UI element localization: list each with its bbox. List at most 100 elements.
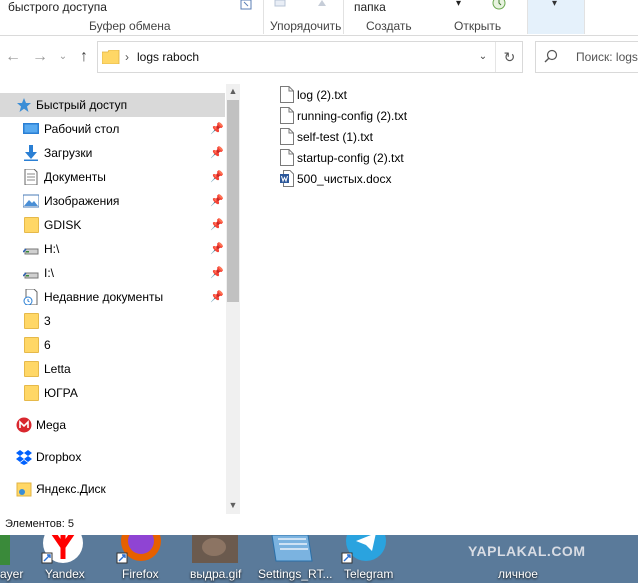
recent-docs-icon (23, 289, 38, 305)
forward-button[interactable]: → (29, 46, 51, 68)
desktop-icon-label: Yandex (45, 567, 85, 581)
folder-icon (24, 361, 39, 377)
nav-item-yandex-disk[interactable]: Яндекс.Диск (0, 477, 225, 501)
nav-scrollbar[interactable]: ▲ ▼ (226, 84, 240, 514)
pin-icon[interactable]: 📌 (210, 194, 224, 208)
nav-item-folder-3[interactable]: 3 (0, 309, 225, 333)
drive-icon (23, 272, 39, 279)
pin-icon[interactable]: 📌 (210, 266, 224, 280)
nav-item-desktop[interactable]: Рабочий стол 📌 (0, 117, 225, 141)
star-icon (17, 98, 31, 112)
nav-label: Dropbox (36, 450, 82, 464)
pin-icon[interactable]: 📌 (210, 218, 224, 232)
documents-icon (24, 169, 38, 185)
back-button[interactable]: ← (2, 46, 24, 68)
rename-icon[interactable] (317, 0, 327, 8)
ribbon-separator (584, 0, 585, 34)
search-input[interactable]: Поиск: logs (535, 41, 638, 73)
pin-icon[interactable]: 📌 (210, 122, 224, 136)
open-dropdown-icon[interactable]: ▾ (456, 0, 461, 9)
mega-icon (16, 417, 32, 433)
nav-label: Загрузки (44, 146, 93, 160)
address-bar[interactable]: › logs raboch ⌄ ↻ (97, 41, 523, 73)
list-item[interactable]: running-config (2).txt (276, 105, 426, 126)
nav-label: 3 (44, 314, 51, 328)
file-name: self-test (1).txt (297, 130, 374, 144)
nav-item-drive-i[interactable]: I:\ 📌 (0, 261, 225, 285)
firefox-icon[interactable] (115, 535, 165, 565)
list-item[interactable]: self-test (1).txt (276, 126, 426, 147)
nav-item-quick-access[interactable]: Быстрый доступ (0, 93, 225, 117)
nav-label: Недавние документы (44, 290, 164, 304)
scroll-down-icon[interactable]: ▼ (226, 498, 240, 512)
create-group-label: Создать (366, 19, 412, 33)
nav-item-mega[interactable]: Mega (0, 413, 225, 437)
ribbon-separator (343, 0, 344, 34)
desktop-icon-label: ayer (0, 567, 24, 581)
file-name: running-config (2).txt (297, 109, 408, 123)
pin-icon[interactable]: 📌 (210, 146, 224, 160)
folder-icon (24, 313, 39, 329)
up-button[interactable]: ↑ (73, 46, 95, 68)
refresh-button[interactable]: ↻ (495, 42, 523, 72)
desktop-icon-label: Firefox (122, 567, 159, 581)
list-item[interactable]: startup-config (2).txt (276, 147, 426, 168)
status-bar: Элементов: 5 (0, 514, 638, 535)
select-group[interactable]: ▾ (528, 0, 584, 34)
yandex-browser-icon[interactable] (40, 535, 86, 565)
clipboard-group-label: Буфер обмена (89, 19, 171, 33)
nav-item-dropbox[interactable]: Dropbox (0, 445, 225, 469)
list-item[interactable]: log (2).txt (276, 84, 426, 105)
search-placeholder: Поиск: logs (576, 50, 638, 64)
item-count: Элементов: 5 (5, 518, 74, 530)
nav-label: Изображения (44, 194, 120, 208)
open-group-label: Открыть (454, 19, 502, 33)
address-dropdown-icon[interactable]: ⌄ (475, 48, 491, 66)
yandex-disk-icon (16, 482, 32, 497)
scroll-thumb[interactable] (227, 100, 239, 302)
nav-label: Letta (44, 362, 71, 376)
address-row: ← → ⌄ ↑ › logs raboch ⌄ ↻ Поиск: logs (0, 36, 638, 78)
select-dropdown-icon[interactable]: ▾ (552, 0, 557, 9)
ribbon: быстрого доступа Буфер обмена Упорядочит… (0, 0, 638, 36)
download-icon (24, 145, 38, 161)
nav-item-pictures[interactable]: Изображения 📌 (0, 189, 225, 213)
nav-label: Mega (36, 418, 67, 432)
nav-label: Яндекс.Диск (36, 482, 106, 496)
scroll-up-icon[interactable]: ▲ (226, 84, 240, 98)
pin-icon[interactable]: 📌 (210, 242, 224, 256)
address-path[interactable]: logs raboch (137, 50, 199, 64)
nav-item-yugra[interactable]: ЮГРА (0, 381, 225, 405)
text-file-icon (280, 128, 294, 145)
new-folder-button[interactable]: папка (354, 0, 386, 14)
recent-locations-icon[interactable]: ⌄ (52, 46, 74, 68)
text-file-icon (280, 86, 294, 103)
nav-item-downloads[interactable]: Загрузки 📌 (0, 141, 225, 165)
desktop-area: ayer Yandex Firefox выдра.gif Settings_R… (0, 535, 638, 583)
nav-item-recent-documents[interactable]: Недавние документы 📌 (0, 285, 225, 309)
file-name: log (2).txt (297, 88, 348, 102)
pin-to-quick-access-label[interactable]: быстрого доступа (8, 0, 107, 14)
nav-item-folder-6[interactable]: 6 (0, 333, 225, 357)
nav-label: I:\ (44, 266, 55, 280)
nav-item-documents[interactable]: Документы 📌 (0, 165, 225, 189)
delete-icon[interactable] (274, 0, 286, 8)
pin-icon[interactable]: 📌 (210, 170, 224, 184)
telegram-icon[interactable] (340, 535, 390, 565)
desktop-icon-label: Telegram (344, 567, 394, 581)
gif-image-icon[interactable] (192, 535, 240, 565)
settings-file-icon[interactable] (268, 535, 316, 565)
nav-item-letta[interactable]: Letta (0, 357, 225, 381)
app-icon[interactable] (0, 535, 10, 565)
nav-label: H:\ (44, 242, 60, 256)
paste-shortcut-icon[interactable] (240, 0, 252, 10)
pictures-icon (23, 194, 39, 208)
text-file-icon (280, 149, 294, 166)
list-item[interactable]: 500_чистых.docx (276, 168, 426, 189)
nav-item-drive-h[interactable]: H:\ 📌 (0, 237, 225, 261)
breadcrumb-chevron-icon[interactable]: › (125, 50, 129, 64)
pin-icon[interactable]: 📌 (210, 290, 224, 304)
history-icon[interactable] (492, 0, 506, 11)
folder-icon (24, 385, 39, 401)
nav-item-gdisk[interactable]: GDISK 📌 (0, 213, 225, 237)
